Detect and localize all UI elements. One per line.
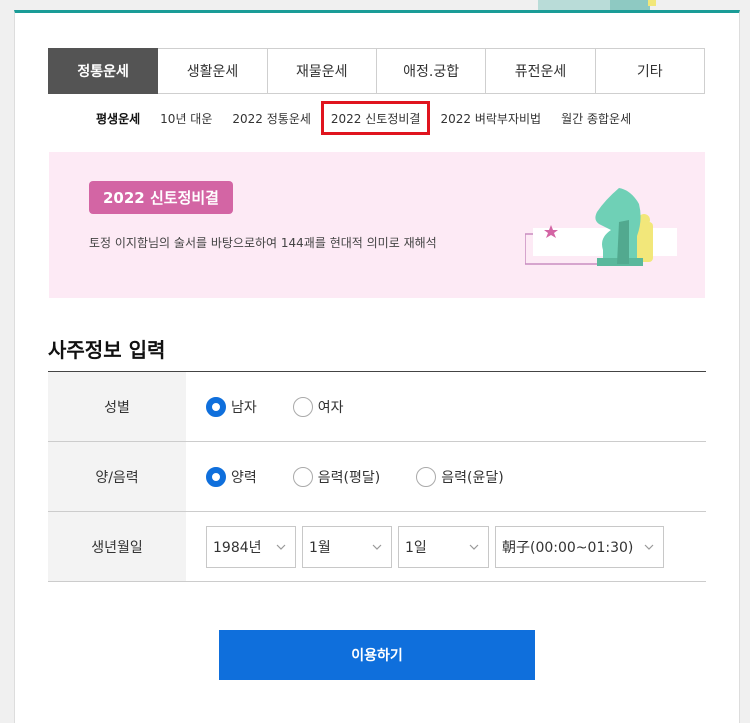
tab-etc[interactable]: 기타: [595, 48, 705, 94]
gender-label: 성별: [48, 372, 186, 441]
header-decoration-yellow: [648, 0, 656, 6]
tab-love-compatibility[interactable]: 애정.궁합: [376, 48, 487, 94]
sub-tabs: 평생운세 10년 대운 2022 정통운세 2022 신토정비결 2022 벼락…: [86, 101, 641, 135]
subtab-2022-traditional[interactable]: 2022 정통운세: [222, 104, 321, 132]
radio-unchecked-icon: [292, 466, 313, 487]
birthdate-label: 생년월일: [48, 512, 186, 581]
banner-badge: 2022 신토정비결: [89, 181, 233, 214]
birth-year-select[interactable]: 1984년: [206, 525, 296, 568]
radio-checked-icon: [206, 396, 226, 417]
birth-month-select[interactable]: 1월: [302, 525, 392, 568]
gender-male-radio[interactable]: 남자: [206, 396, 257, 417]
chevron-down-icon: [276, 544, 286, 550]
calendar-lunar-normal-radio[interactable]: 음력(평달): [292, 466, 380, 487]
birth-hour-select[interactable]: 朝子(00:00~01:30): [495, 525, 664, 568]
gender-female-radio[interactable]: 여자: [292, 396, 344, 417]
subtab-monthly-fortune[interactable]: 월간 종합운세: [551, 104, 641, 132]
tab-life-fortune[interactable]: 생활운세: [158, 48, 268, 94]
tab-fusion-fortune[interactable]: 퓨전운세: [486, 48, 596, 94]
subtab-2022-tojeong[interactable]: 2022 신토정비결: [320, 101, 431, 135]
chess-knight-illustration-icon: [525, 188, 677, 266]
submit-button[interactable]: 이용하기: [219, 630, 535, 680]
gender-row: 성별 남자 여자: [48, 372, 706, 442]
calendar-lunar-leap-radio[interactable]: 음력(윤달): [416, 466, 504, 487]
calendar-row: 양/음력 양력 음력(평달) 음력(윤달): [48, 442, 706, 512]
chevron-down-icon: [469, 544, 479, 550]
radio-unchecked-icon: [416, 466, 437, 487]
header-decoration-accent: [610, 0, 650, 10]
calendar-label: 양/음력: [48, 442, 186, 511]
birthdate-row: 생년월일 1984년 1월 1일 朝子(00:00~01:30): [48, 512, 706, 582]
banner-description: 토정 이지함님의 술서를 바탕으로하여 144괘를 현대적 의미로 재해석: [89, 236, 437, 250]
tab-wealth-fortune[interactable]: 재물운세: [267, 48, 377, 94]
saju-input-form: 성별 남자 여자 양/음력 양력 음력(평달) 음력(윤달) 생년월일 1984…: [48, 371, 706, 582]
chevron-down-icon: [644, 544, 654, 550]
subtab-2022-sudden-wealth[interactable]: 2022 벼락부자비법: [430, 104, 551, 132]
radio-unchecked-icon: [292, 396, 313, 417]
page-title: 사주정보 입력: [48, 338, 166, 362]
calendar-solar-radio[interactable]: 양력: [206, 466, 257, 487]
main-tabs: 정통운세 생활운세 재물운세 애정.궁합 퓨전운세 기타: [48, 48, 705, 94]
tab-traditional-fortune[interactable]: 정통운세: [48, 48, 159, 94]
subtab-lifetime[interactable]: 평생운세: [86, 104, 150, 132]
service-banner: 2022 신토정비결 토정 이지함님의 술서를 바탕으로하여 144괘를 현대적…: [49, 152, 705, 298]
radio-checked-icon: [206, 466, 226, 487]
birth-day-select[interactable]: 1일: [398, 525, 489, 568]
subtab-10-year[interactable]: 10년 대운: [150, 104, 222, 132]
chevron-down-icon: [372, 544, 382, 550]
